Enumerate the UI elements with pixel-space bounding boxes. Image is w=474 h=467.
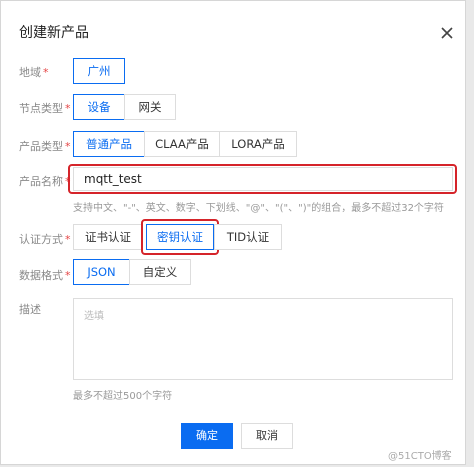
auth-method-certificate[interactable]: 证书认证 <box>73 224 143 250</box>
confirm-button[interactable]: 确定 <box>181 423 233 449</box>
highlight-box-auth-key <box>141 219 219 255</box>
product-type-normal[interactable]: 普通产品 <box>73 131 145 157</box>
watermark: @51CTO博客 <box>388 451 452 462</box>
description-label: 描述 <box>19 303 41 316</box>
cancel-button[interactable]: 取消 <box>241 423 293 449</box>
close-icon[interactable] <box>437 23 457 43</box>
data-format-json[interactable]: JSON <box>73 259 130 285</box>
node-type-label: 节点类型 * <box>19 102 71 115</box>
product-type-claa[interactable]: CLAA产品 <box>144 131 220 157</box>
region-option-guangzhou[interactable]: 广州 <box>73 58 125 84</box>
product-type-label: 产品类型 * <box>19 140 71 153</box>
node-type-gateway[interactable]: 网关 <box>124 94 176 120</box>
product-name-hint: 支持中文、"-"、英文、数字、下划线、"@"、"("、")"的组合，最多不超过3… <box>73 203 444 214</box>
auth-method-label: 认证方式 * <box>19 233 71 246</box>
dialog-title: 创建新产品 <box>19 25 89 41</box>
auth-method-tid[interactable]: TID认证 <box>214 224 282 250</box>
create-product-dialog: 创建新产品 地域 * 广州 节点类型 * 设备 网关 产品类型 * 普通产品 CLAA… <box>0 0 466 465</box>
data-format-custom[interactable]: 自定义 <box>129 259 191 285</box>
data-format-label: 数据格式 * <box>19 269 71 282</box>
description-hint: 最多不超过500个字符 <box>73 391 173 402</box>
product-name-label: 产品名称 * <box>19 175 71 188</box>
product-type-lora[interactable]: LORA产品 <box>219 131 297 157</box>
node-type-device[interactable]: 设备 <box>73 94 125 120</box>
region-label: 地域 * <box>19 66 49 79</box>
highlight-box-product-name <box>68 164 457 194</box>
description-textarea[interactable]: 选填 <box>73 298 453 380</box>
